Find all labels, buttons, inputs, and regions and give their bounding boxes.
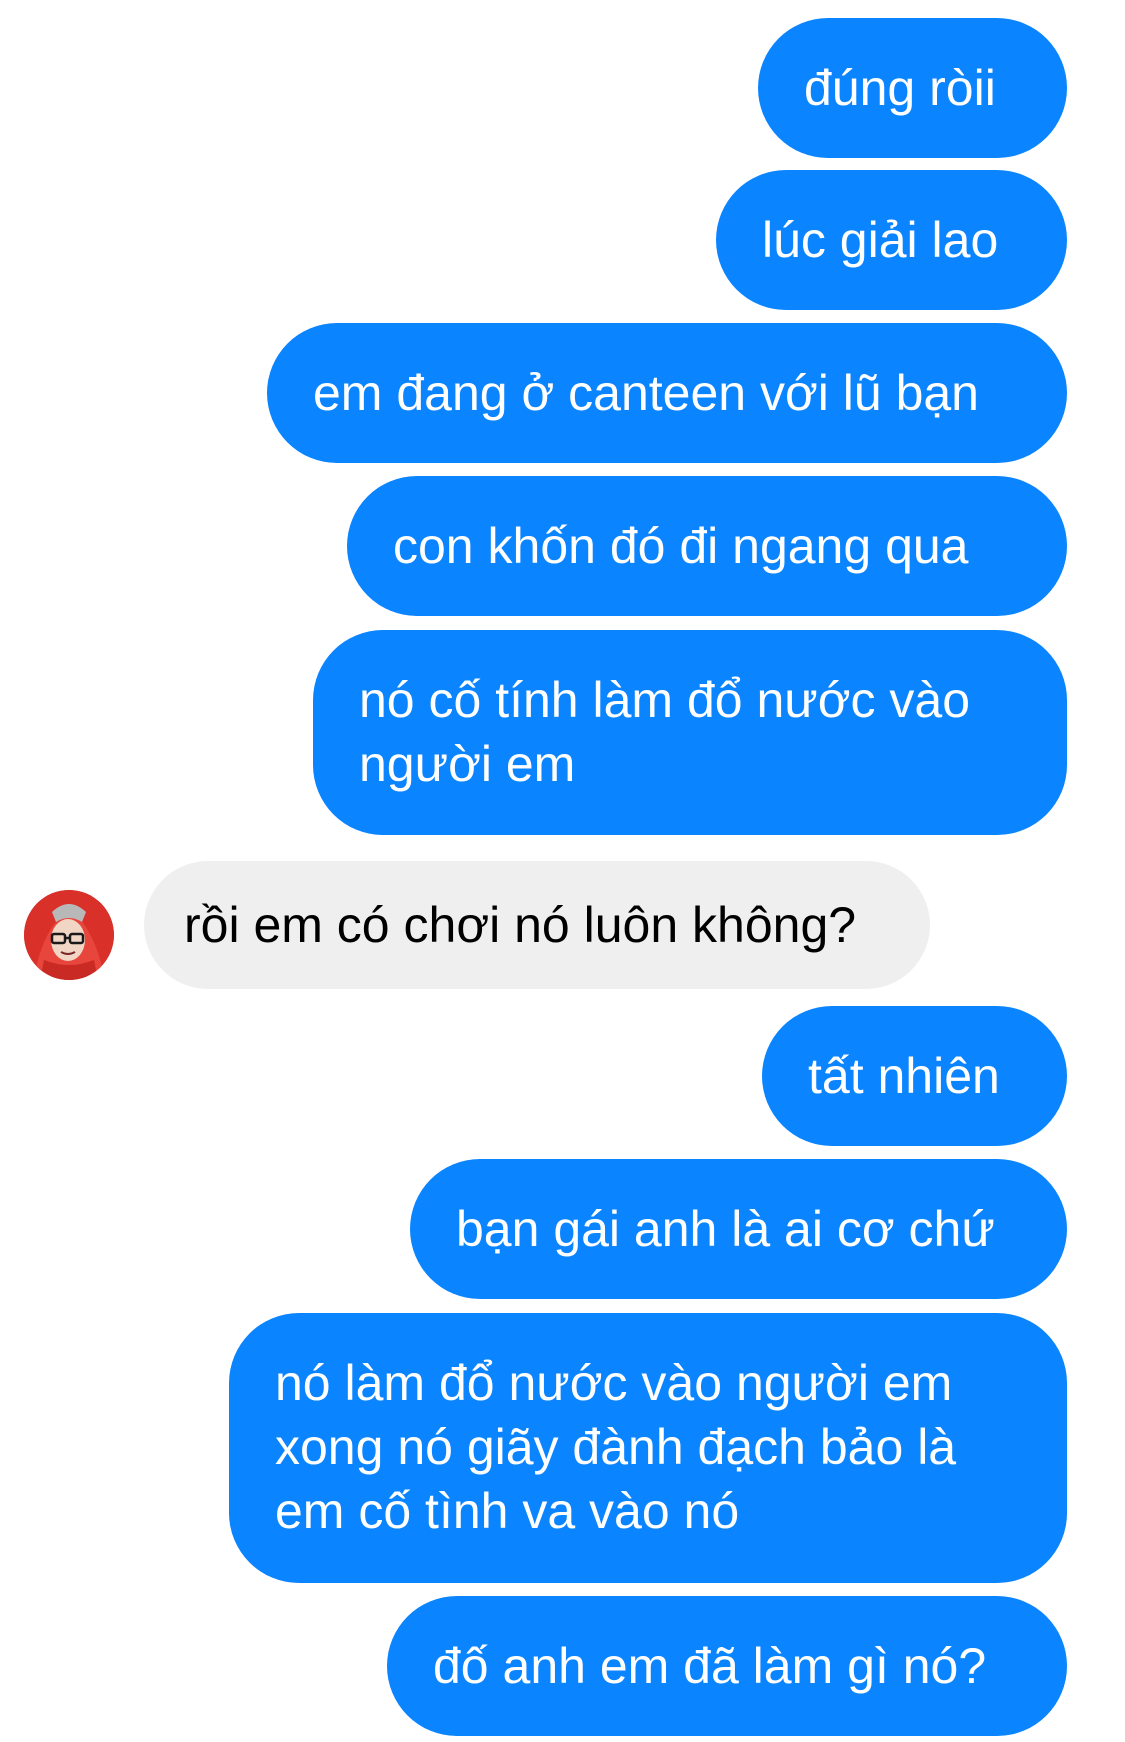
contact-avatar[interactable] bbox=[24, 890, 114, 980]
message-bubble-incoming[interactable]: rồi em có chơi nó luôn không? bbox=[144, 861, 930, 989]
message-bubble-outgoing[interactable]: đúng ròii bbox=[758, 18, 1067, 158]
message-text: đúng ròii bbox=[804, 60, 996, 116]
message-text-line: nó cố tính làm đổ nước vào bbox=[359, 672, 971, 728]
message-text: đố anh em đã làm gì nó? bbox=[433, 1638, 987, 1694]
message-bubble-outgoing[interactable]: lúc giải lao bbox=[716, 170, 1067, 310]
avatar-red-hood-glasses-icon bbox=[24, 890, 114, 980]
message-text-line: em cố tình va vào nó bbox=[275, 1483, 740, 1539]
message-text: bạn gái anh là ai cơ chứ bbox=[456, 1201, 995, 1257]
message-bubble-outgoing[interactable]: nó cố tính làm đổ nước vào người em bbox=[313, 630, 1067, 835]
message-text-line: nó làm đổ nước vào người em bbox=[275, 1355, 953, 1411]
message-text: rồi em có chơi nó luôn không? bbox=[184, 897, 857, 953]
message-text: lúc giải lao bbox=[762, 212, 999, 268]
message-text-line: xong nó giãy đành đạch bảo là bbox=[275, 1419, 957, 1475]
message-bubble-outgoing[interactable]: bạn gái anh là ai cơ chứ bbox=[410, 1159, 1067, 1299]
message-bubble-outgoing[interactable]: nó làm đổ nước vào người em xong nó giãy… bbox=[229, 1313, 1067, 1583]
message-text: em đang ở canteen với lũ bạn bbox=[313, 365, 979, 421]
message-bubble-outgoing[interactable]: con khốn đó đi ngang qua bbox=[347, 476, 1067, 616]
message-text-line: người em bbox=[359, 736, 576, 792]
message-text: tất nhiên bbox=[808, 1048, 1000, 1104]
message-bubble-outgoing[interactable]: tất nhiên bbox=[762, 1006, 1067, 1146]
message-bubble-outgoing[interactable]: đố anh em đã làm gì nó? bbox=[387, 1596, 1067, 1736]
message-bubble-outgoing[interactable]: em đang ở canteen với lũ bạn bbox=[267, 323, 1067, 463]
message-text: con khốn đó đi ngang qua bbox=[393, 518, 969, 574]
